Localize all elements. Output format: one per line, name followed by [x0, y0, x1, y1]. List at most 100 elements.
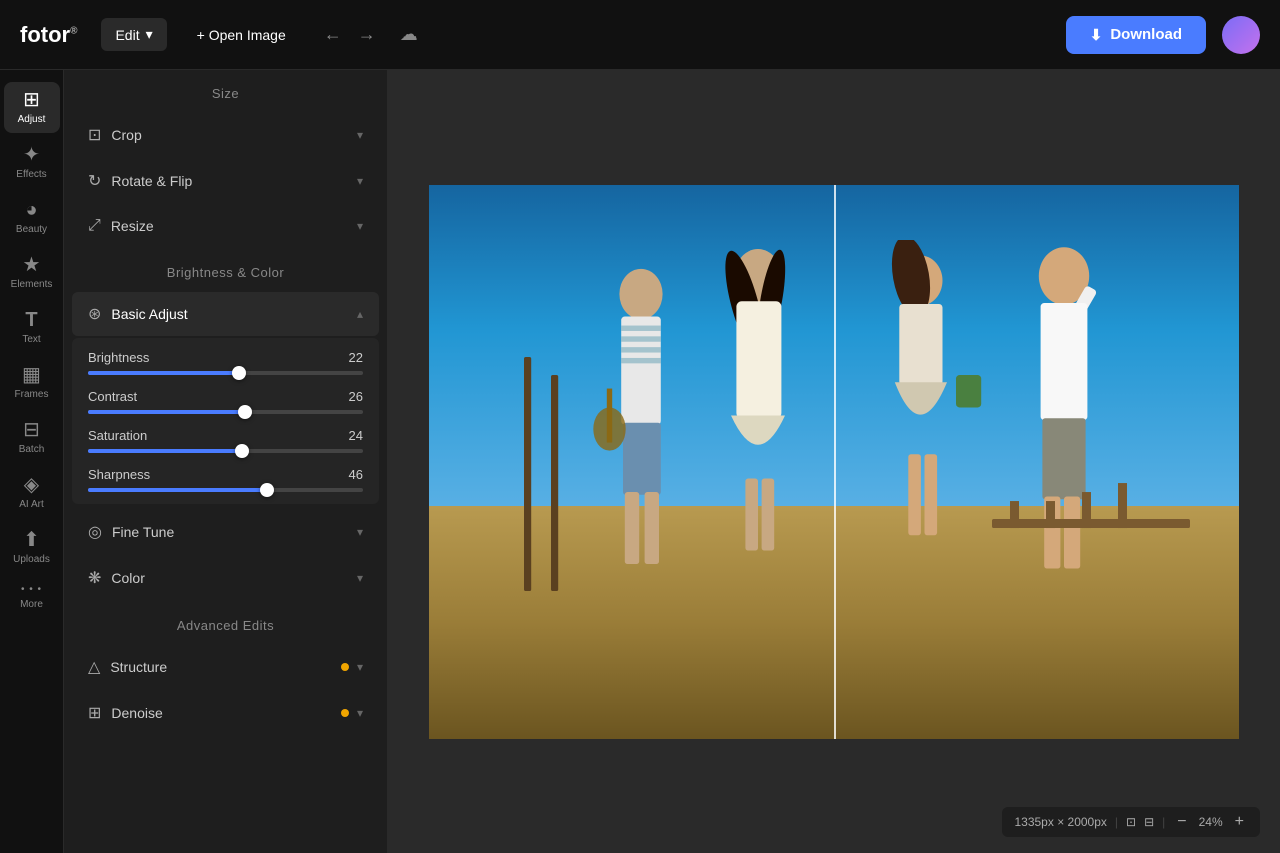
color-row[interactable]: ❋ Color ▾: [72, 556, 379, 600]
image-dimensions: 1335px × 2000px: [1014, 815, 1106, 829]
structure-chevron-icon: ▾: [357, 660, 363, 674]
left-panel: Size ⊡ Crop ▾ ↻ Rotate & Flip ▾ ⤢ Resize…: [64, 70, 388, 853]
basic-adjust-chevron-icon: ▴: [357, 307, 363, 321]
sharpness-value: 46: [349, 467, 363, 482]
main-layout: ⊞ Adjust ✦ Effects ◕ Beauty ★ Elements T…: [0, 70, 1280, 853]
nav-item-frames[interactable]: ▦ Frames: [4, 357, 60, 408]
adjust-icon: ⊞: [23, 90, 40, 110]
sharpness-thumb[interactable]: [260, 483, 274, 497]
denoise-label: Denoise: [111, 705, 341, 721]
nav-label-uploads: Uploads: [13, 554, 50, 565]
size-section-header: Size: [64, 70, 387, 111]
resize-icon: ⤢: [88, 217, 101, 235]
nav-item-beauty[interactable]: ◕ Beauty: [4, 192, 60, 243]
rotate-flip-row[interactable]: ↻ Rotate & Flip ▾: [72, 159, 379, 203]
nav-label-more: More: [20, 599, 43, 610]
crop-label: Crop: [111, 127, 357, 143]
rotate-chevron-icon: ▾: [357, 174, 363, 188]
logo: fotor®: [20, 22, 77, 48]
text-icon: T: [25, 310, 37, 330]
zoom-in-button[interactable]: +: [1231, 813, 1248, 831]
basic-adjust-row[interactable]: ⊛ Basic Adjust ▴: [72, 292, 379, 336]
sharpness-label: Sharpness: [88, 467, 150, 482]
fine-tune-label: Fine Tune: [112, 524, 357, 540]
contrast-thumb[interactable]: [238, 405, 252, 419]
open-image-button[interactable]: + Open Image: [183, 19, 300, 51]
cloud-save-button[interactable]: ☁: [396, 20, 422, 49]
crop-chevron-icon: ▾: [357, 128, 363, 142]
nav-item-text[interactable]: T Text: [4, 302, 60, 353]
nav-item-elements[interactable]: ★ Elements: [4, 247, 60, 298]
saturation-thumb[interactable]: [235, 444, 249, 458]
rotate-icon: ↻: [88, 171, 101, 191]
nav-label-text: Text: [22, 334, 40, 345]
nav-label-adjust: Adjust: [18, 114, 46, 125]
beauty-icon: ◕: [25, 200, 37, 220]
photo: [429, 185, 1239, 739]
image-container: [429, 185, 1239, 739]
contrast-value: 26: [349, 389, 363, 404]
structure-dot: [341, 663, 349, 671]
saturation-fill: [88, 449, 242, 453]
history-nav: ← →: [320, 20, 380, 49]
nav-label-beauty: Beauty: [16, 224, 47, 235]
color-chevron-icon: ▾: [357, 571, 363, 585]
status-bar: 1335px × 2000px | ⊡ ⊟ | − 24% +: [1002, 807, 1260, 837]
brightness-slider[interactable]: [88, 371, 363, 375]
nav-item-batch[interactable]: ⊟ Batch: [4, 412, 60, 463]
fine-tune-icon: ◎: [88, 522, 102, 542]
nav-item-uploads[interactable]: ⬆ Uploads: [4, 522, 60, 573]
nav-label-batch: Batch: [19, 444, 45, 455]
contrast-label: Contrast: [88, 389, 137, 404]
copy-icon: ⊡: [1126, 815, 1136, 829]
avatar[interactable]: [1222, 16, 1260, 54]
denoise-chevron-icon: ▾: [357, 706, 363, 720]
sharpness-slider[interactable]: [88, 488, 363, 492]
uploads-icon: ⬆: [23, 530, 40, 550]
download-icon: ⬇: [1090, 26, 1103, 44]
nav-label-frames: Frames: [15, 389, 49, 400]
resize-chevron-icon: ▾: [357, 219, 363, 233]
undo-button[interactable]: ←: [320, 20, 346, 49]
edit-label: Edit: [115, 27, 139, 43]
brightness-color-section-header: Brightness & Color: [64, 249, 387, 290]
brightness-thumb[interactable]: [232, 366, 246, 380]
resize-label: Resize: [111, 218, 357, 234]
basic-adjust-label: Basic Adjust: [111, 306, 357, 322]
zoom-out-button[interactable]: −: [1173, 813, 1190, 831]
contrast-slider[interactable]: [88, 410, 363, 414]
icon-nav: ⊞ Adjust ✦ Effects ◕ Beauty ★ Elements T…: [0, 70, 64, 853]
sharpness-fill: [88, 488, 267, 492]
nav-item-adjust[interactable]: ⊞ Adjust: [4, 82, 60, 133]
edit-button[interactable]: Edit ▾: [101, 18, 166, 51]
crop-icon: ⊡: [88, 125, 101, 145]
saturation-slider-row: Saturation 24: [88, 428, 363, 453]
nav-item-ai-art[interactable]: ◈ AI Art: [4, 467, 60, 518]
saturation-label: Saturation: [88, 428, 147, 443]
color-label: Color: [111, 570, 357, 586]
denoise-row[interactable]: ⊞ Denoise ▾: [72, 691, 379, 735]
frames-icon: ▦: [22, 365, 41, 385]
crop-row[interactable]: ⊡ Crop ▾: [72, 113, 379, 157]
topbar: fotor® Edit ▾ + Open Image ← → ☁ ⬇ Downl…: [0, 0, 1280, 70]
nav-label-elements: Elements: [11, 279, 53, 290]
redo-button[interactable]: →: [354, 20, 380, 49]
nav-item-more[interactable]: • • • More: [4, 577, 60, 618]
canvas-area: 1335px × 2000px | ⊡ ⊟ | − 24% +: [388, 70, 1280, 853]
basic-adjust-icon: ⊛: [88, 304, 101, 324]
structure-row[interactable]: △ Structure ▾: [72, 645, 379, 689]
color-icon: ❋: [88, 568, 101, 588]
nav-label-effects: Effects: [16, 169, 46, 180]
brightness-fill: [88, 371, 239, 375]
fine-tune-row[interactable]: ◎ Fine Tune ▾: [72, 510, 379, 554]
saturation-value: 24: [349, 428, 363, 443]
before-after-divider[interactable]: [834, 185, 836, 739]
sharpness-slider-row: Sharpness 46: [88, 467, 363, 492]
structure-label: Structure: [110, 659, 341, 675]
basic-adjust-content: Brightness 22 Contrast 26: [72, 338, 379, 504]
resize-row[interactable]: ⤢ Resize ▾: [72, 205, 379, 247]
saturation-slider[interactable]: [88, 449, 363, 453]
nav-item-effects[interactable]: ✦ Effects: [4, 137, 60, 188]
denoise-icon: ⊞: [88, 703, 101, 723]
download-button[interactable]: ⬇ Download: [1066, 16, 1206, 54]
